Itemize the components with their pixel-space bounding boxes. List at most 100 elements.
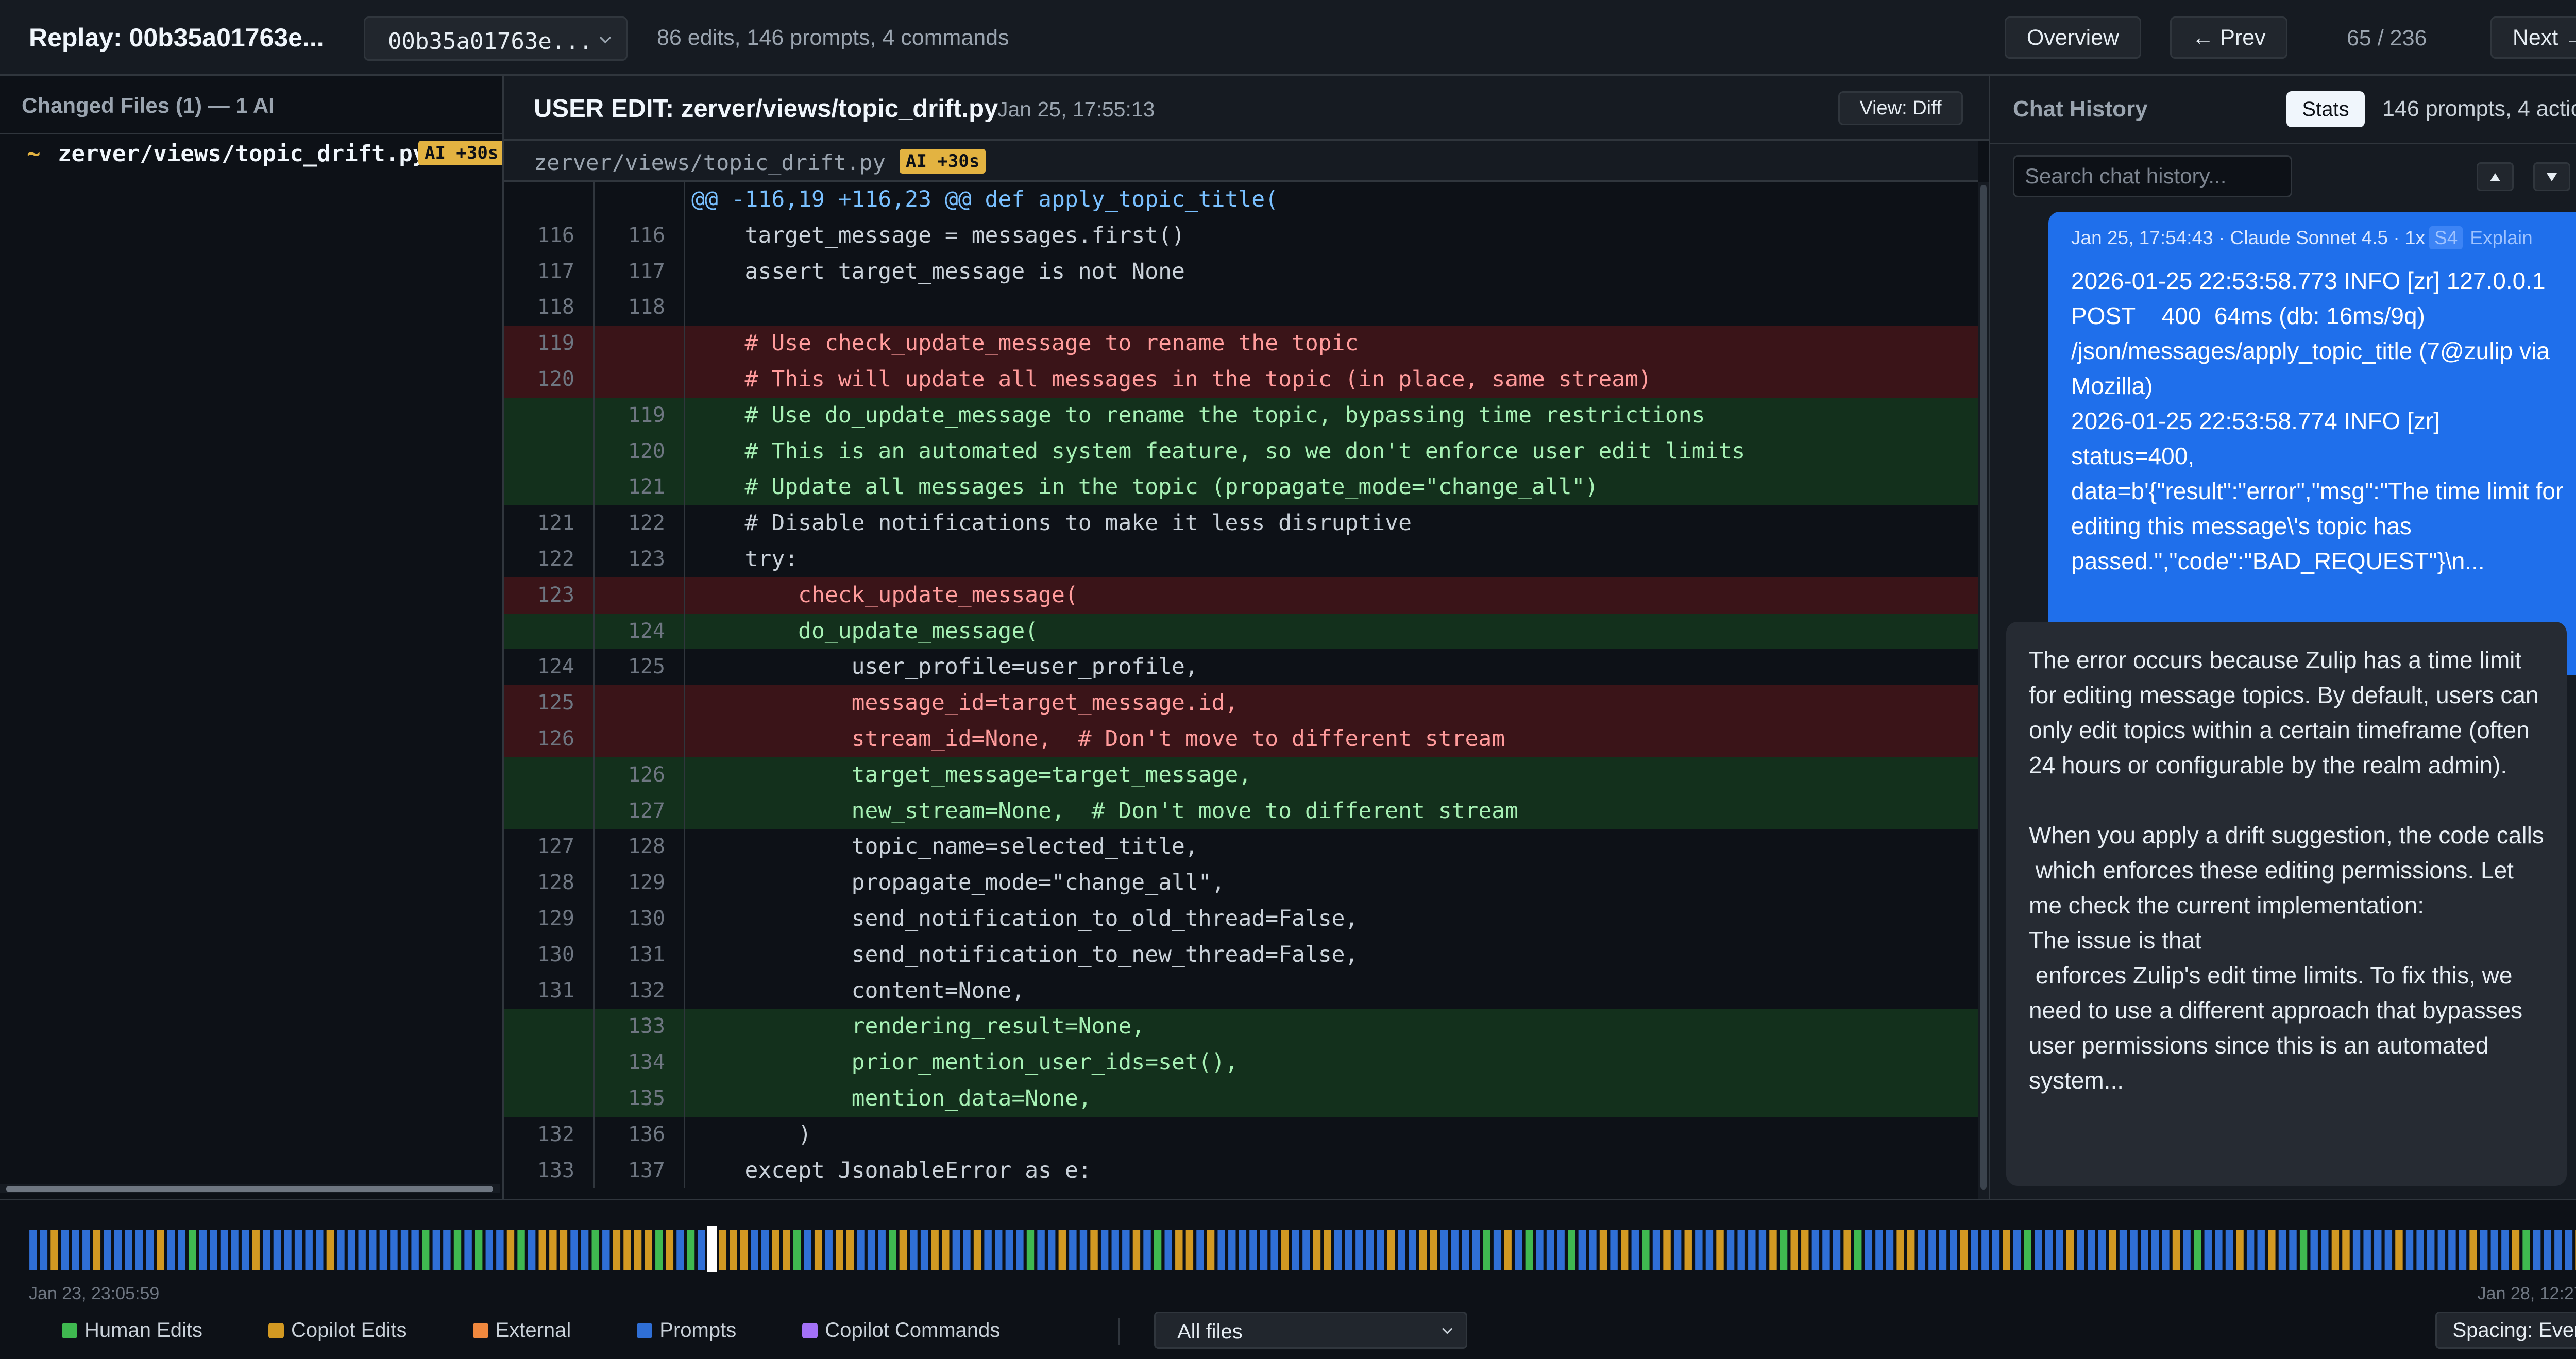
timeline-event[interactable] [1377, 1230, 1384, 1270]
chat-search-input[interactable] [2013, 155, 2292, 197]
timeline-event[interactable] [814, 1230, 822, 1270]
timeline-event[interactable] [1748, 1230, 1756, 1270]
timeline-event[interactable] [263, 1230, 270, 1270]
view-mode-button[interactable]: View: Diff [1838, 91, 1963, 125]
timeline-event[interactable] [2257, 1230, 2265, 1270]
timeline-event[interactable] [570, 1230, 578, 1270]
timeline-event[interactable] [167, 1230, 175, 1270]
vertical-scrollbar[interactable] [1978, 182, 1989, 1199]
timeline-event[interactable] [1164, 1230, 1172, 1270]
timeline-event[interactable] [1387, 1230, 1395, 1270]
timeline-event[interactable] [2236, 1230, 2244, 1270]
timeline-event[interactable] [2321, 1230, 2329, 1270]
timeline-event[interactable] [2448, 1230, 2456, 1270]
timeline-event[interactable] [1185, 1230, 1194, 1270]
timeline-event[interactable] [2151, 1230, 2159, 1270]
timeline-event[interactable] [2119, 1230, 2127, 1270]
timeline-event[interactable] [2427, 1230, 2435, 1270]
timeline-event[interactable] [687, 1230, 695, 1270]
timeline-event[interactable] [1345, 1230, 1352, 1270]
timeline-event[interactable] [2268, 1230, 2276, 1270]
file-filter-select[interactable]: All files [1154, 1312, 1467, 1349]
timeline-event[interactable] [1462, 1230, 1469, 1270]
timeline-event[interactable] [517, 1230, 525, 1270]
search-prev-button[interactable] [2477, 162, 2514, 191]
timeline-event[interactable] [1525, 1230, 1533, 1270]
timeline-event[interactable] [602, 1230, 610, 1270]
timeline-event[interactable] [1270, 1230, 1278, 1270]
timeline-event[interactable] [2384, 1230, 2393, 1270]
timeline-event[interactable] [878, 1230, 886, 1270]
timeline-event[interactable] [804, 1230, 811, 1270]
timeline-event[interactable] [284, 1230, 292, 1270]
timeline-event[interactable] [2172, 1230, 2180, 1270]
assistant-message[interactable]: The error occurs because Zulip has a tim… [2006, 622, 2567, 1186]
timeline-event[interactable] [2405, 1230, 2414, 1270]
timeline-event[interactable] [1663, 1230, 1671, 1270]
timeline-event[interactable] [751, 1230, 758, 1270]
timeline-event[interactable] [1016, 1230, 1024, 1270]
timeline-event[interactable] [1281, 1230, 1289, 1270]
timeline-event[interactable] [1504, 1230, 1512, 1270]
timeline-event[interactable] [1620, 1230, 1629, 1270]
timeline-event[interactable] [560, 1230, 568, 1270]
timeline-event[interactable] [634, 1230, 642, 1270]
timeline-event[interactable] [1047, 1230, 1056, 1270]
timeline-event[interactable] [2045, 1230, 2053, 1270]
timeline-event[interactable] [857, 1230, 865, 1270]
timeline-event[interactable] [379, 1230, 387, 1270]
timeline-event[interactable] [655, 1230, 663, 1270]
timeline-event[interactable] [93, 1230, 101, 1270]
timeline-event[interactable] [1780, 1230, 1788, 1270]
timeline-event[interactable] [1705, 1230, 1714, 1270]
timeline-event[interactable] [1440, 1230, 1448, 1270]
timeline-event[interactable] [528, 1230, 536, 1270]
timeline-event[interactable] [2416, 1230, 2424, 1270]
timeline-event[interactable] [496, 1230, 504, 1270]
timeline-event[interactable] [538, 1230, 546, 1270]
timeline-event[interactable] [2088, 1230, 2095, 1270]
next-button[interactable]: Next → [2490, 16, 2576, 59]
timeline-event[interactable] [1175, 1230, 1183, 1270]
timeline-event[interactable] [29, 1230, 37, 1270]
timeline-event[interactable] [1811, 1230, 1820, 1270]
timeline-event[interactable] [1355, 1230, 1363, 1270]
timeline-event[interactable] [1631, 1230, 1639, 1270]
timeline-event[interactable] [2352, 1230, 2361, 1270]
timeline-event[interactable] [963, 1230, 971, 1270]
timeline-event[interactable] [1737, 1230, 1745, 1270]
timeline-event[interactable] [453, 1230, 462, 1270]
timeline-event[interactable] [645, 1230, 652, 1270]
timeline-event[interactable] [1430, 1230, 1437, 1270]
timeline-event[interactable] [2512, 1230, 2520, 1270]
timeline-event[interactable] [114, 1230, 122, 1270]
timeline-event[interactable] [1546, 1230, 1554, 1270]
timeline-event[interactable] [1684, 1230, 1692, 1270]
timeline-event[interactable] [1536, 1230, 1544, 1270]
timeline-event[interactable] [443, 1230, 451, 1270]
timeline-event[interactable] [2459, 1230, 2467, 1270]
timeline-event[interactable] [2225, 1230, 2233, 1270]
timeline-event[interactable] [1515, 1230, 1522, 1270]
timeline-event[interactable] [761, 1230, 769, 1270]
horizontal-scrollbar[interactable] [0, 1184, 500, 1193]
explain-link[interactable]: Explain [2470, 227, 2532, 248]
timeline-event[interactable] [836, 1230, 843, 1270]
timeline-event[interactable] [952, 1230, 960, 1270]
timeline-event[interactable] [2289, 1230, 2297, 1270]
timeline-event[interactable] [825, 1230, 833, 1270]
timeline-event[interactable] [2003, 1230, 2010, 1270]
timeline-event[interactable] [2299, 1230, 2308, 1270]
timeline-event[interactable] [973, 1230, 981, 1270]
timeline-event[interactable] [2013, 1230, 2021, 1270]
session-select[interactable]: 00b35a01763e... [364, 16, 628, 61]
timeline-event[interactable] [730, 1230, 737, 1270]
timeline-event[interactable] [1960, 1230, 1968, 1270]
timeline-event[interactable] [1726, 1230, 1735, 1270]
timeline-event[interactable] [1409, 1230, 1416, 1270]
timeline-event[interactable] [1833, 1230, 1841, 1270]
timeline-event[interactable] [241, 1230, 249, 1270]
timeline-event[interactable] [984, 1230, 992, 1270]
timeline-event[interactable] [1451, 1230, 1459, 1270]
timeline-event[interactable] [1673, 1230, 1682, 1270]
